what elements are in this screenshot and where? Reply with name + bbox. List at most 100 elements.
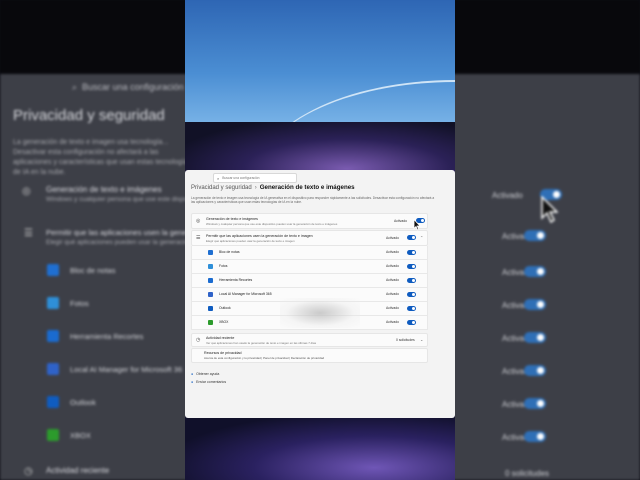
app-row: Bloc de notas Activado	[191, 246, 428, 260]
background-row2-title: Permitir que las aplicaciones usen la ge…	[46, 228, 193, 237]
sparkle-icon: ◎	[196, 218, 201, 224]
privacy-resources-card: Recursos de privacidad Acerca de esta co…	[191, 348, 428, 363]
main-setting-sub: Windows y cualquier persona que use este…	[206, 222, 338, 226]
photos-icon	[208, 264, 213, 269]
privacy-resources-title: Recursos de privacidad	[204, 351, 242, 355]
cursor-icon	[413, 219, 421, 231]
privacy-resources-links[interactable]: Acerca de esta configuración y tu privac…	[204, 356, 324, 360]
background-app-1: Bloc de notas	[70, 266, 116, 275]
background-row1-title: Generación de texto e imágenes	[46, 185, 162, 194]
app-state: Activado	[386, 250, 400, 254]
feedback-link-label: Enviar comentarios	[196, 380, 227, 384]
app-name: Bloc de notas	[219, 250, 240, 254]
search-placeholder: Buscar una configuración	[222, 176, 260, 180]
main-setting-state: Activado	[394, 219, 408, 223]
apps-permission-state: Activado	[386, 236, 400, 240]
breadcrumb: Privacidad y seguridad › Generación de t…	[191, 184, 355, 191]
feedback-icon: ●	[191, 380, 194, 384]
background-app-icon-3	[47, 330, 59, 342]
search-input[interactable]: ⌕ Buscar una configuración	[213, 173, 297, 183]
feedback-link[interactable]: ● Enviar comentarios	[191, 380, 226, 384]
app-toggle[interactable]	[407, 264, 416, 269]
app-row: Fotos Activado	[191, 260, 428, 274]
apps-permission-sub: Elegir qué aplicaciones pueden usar la g…	[206, 239, 295, 243]
app-state: Activado	[386, 292, 400, 296]
main-setting-title: Generación de texto e imágenes	[206, 217, 258, 221]
background-count: 0 solicitudes	[505, 469, 550, 478]
background-search-text: Buscar una configuración	[82, 82, 184, 92]
list-icon: ☰	[196, 235, 201, 241]
recent-activity-card[interactable]: ◷ Actividad reciente Ver qué aplicacione…	[191, 333, 428, 347]
background-row1-sub: Windows y cualquier persona que use este…	[46, 196, 208, 203]
page-title: Generación de texto e imágenes	[259, 184, 355, 191]
wallpaper-dark-bottom	[185, 418, 455, 480]
search-icon: ⌕	[217, 175, 220, 181]
recent-activity-title: Actividad reciente	[206, 336, 235, 340]
app-toggle[interactable]	[407, 278, 416, 283]
background-description: La generación de texto e imagen usa tecn…	[13, 139, 192, 176]
wallpaper-dark-top	[185, 122, 455, 174]
background-search: ⌕ Buscar una configuración	[72, 82, 184, 92]
chevron-up-icon[interactable]: ⌃	[420, 235, 423, 240]
apps-permission-title: Permitir que las aplicaciones usen la ge…	[206, 234, 313, 238]
app-state: Activado	[386, 278, 400, 282]
help-link[interactable]: ● Obtener ayuda	[191, 372, 219, 376]
xbox-icon	[208, 320, 213, 325]
settings-window: ⌕ Buscar una configuración Privacidad y …	[185, 170, 455, 418]
app-toggle[interactable]	[407, 306, 416, 311]
background-toggle-7	[524, 398, 546, 409]
background-activity: Actividad reciente	[46, 466, 110, 475]
help-icon: ●	[191, 372, 194, 376]
main-setting-card: ◎ Generación de texto e imágenes Windows…	[191, 213, 428, 229]
app-toggle[interactable]	[407, 292, 416, 297]
background-app-icon-2	[47, 297, 59, 309]
background-app-4: Local AI Manager for Microsoft 36	[70, 365, 183, 374]
background-row2-sub: Elegir qué aplicaciones pueden usar la g…	[46, 239, 198, 246]
app-name: XBOX	[219, 320, 229, 324]
background-cursor-icon	[541, 196, 558, 224]
chevron-right-icon: ›	[254, 184, 257, 191]
background-row2-icon: ☰	[24, 228, 33, 239]
app-state: Activado	[386, 264, 400, 268]
recent-activity-count: 0 solicitudes	[396, 338, 415, 342]
background-row1-icon: ◎	[22, 186, 31, 197]
snipping-tool-icon	[208, 278, 213, 283]
background-app-icon-4	[47, 363, 59, 375]
app-toggle[interactable]	[407, 250, 416, 255]
background-app-icon-6	[47, 429, 59, 441]
clock-icon: ◷	[196, 337, 201, 343]
local-ai-manager-icon	[208, 292, 213, 297]
app-name: Local AI Manager for Microsoft 365	[219, 292, 272, 296]
app-name: Herramienta Recortes	[219, 278, 253, 282]
background-title: Privacidad y seguridad	[13, 107, 165, 124]
app-toggle[interactable]	[407, 320, 416, 325]
smudge-artifact	[280, 298, 360, 328]
app-name: Fotos	[219, 264, 228, 268]
background-app-3: Herramienta Recortes	[70, 332, 144, 341]
background-toggle-3	[524, 266, 546, 277]
app-name: Outlook	[219, 306, 231, 310]
background-toggle-4	[524, 299, 546, 310]
notepad-icon	[208, 250, 213, 255]
apps-permission-toggle[interactable]	[407, 235, 416, 240]
recent-activity-sub: Ver qué aplicaciones han usado la genera…	[206, 341, 317, 345]
outlook-icon	[208, 306, 213, 311]
background-app-5: Outlook	[70, 398, 96, 407]
app-state: Activado	[386, 306, 400, 310]
page-description: La generación de texto e imagen usa tecn…	[191, 196, 435, 205]
apps-permission-card[interactable]: ☰ Permitir que las aplicaciones usen la …	[191, 230, 428, 246]
app-state: Activado	[386, 320, 400, 324]
background-activity-icon: ◷	[24, 466, 33, 477]
app-row: Herramienta Recortes Activado	[191, 274, 428, 288]
help-link-label: Obtener ayuda	[196, 372, 220, 376]
background-app-icon-1	[47, 264, 59, 276]
background-toggle-6	[524, 365, 546, 376]
background-app-6: XBOX	[70, 431, 91, 440]
background-toggle-8	[524, 431, 546, 442]
background-toggle-2	[524, 230, 546, 241]
background-toggle-5	[524, 332, 546, 343]
breadcrumb-parent[interactable]: Privacidad y seguridad	[191, 185, 252, 191]
background-app-icon-5	[47, 396, 59, 408]
chevron-down-icon[interactable]: ⌄	[420, 337, 423, 342]
background-app-2: Fotos	[70, 299, 89, 308]
